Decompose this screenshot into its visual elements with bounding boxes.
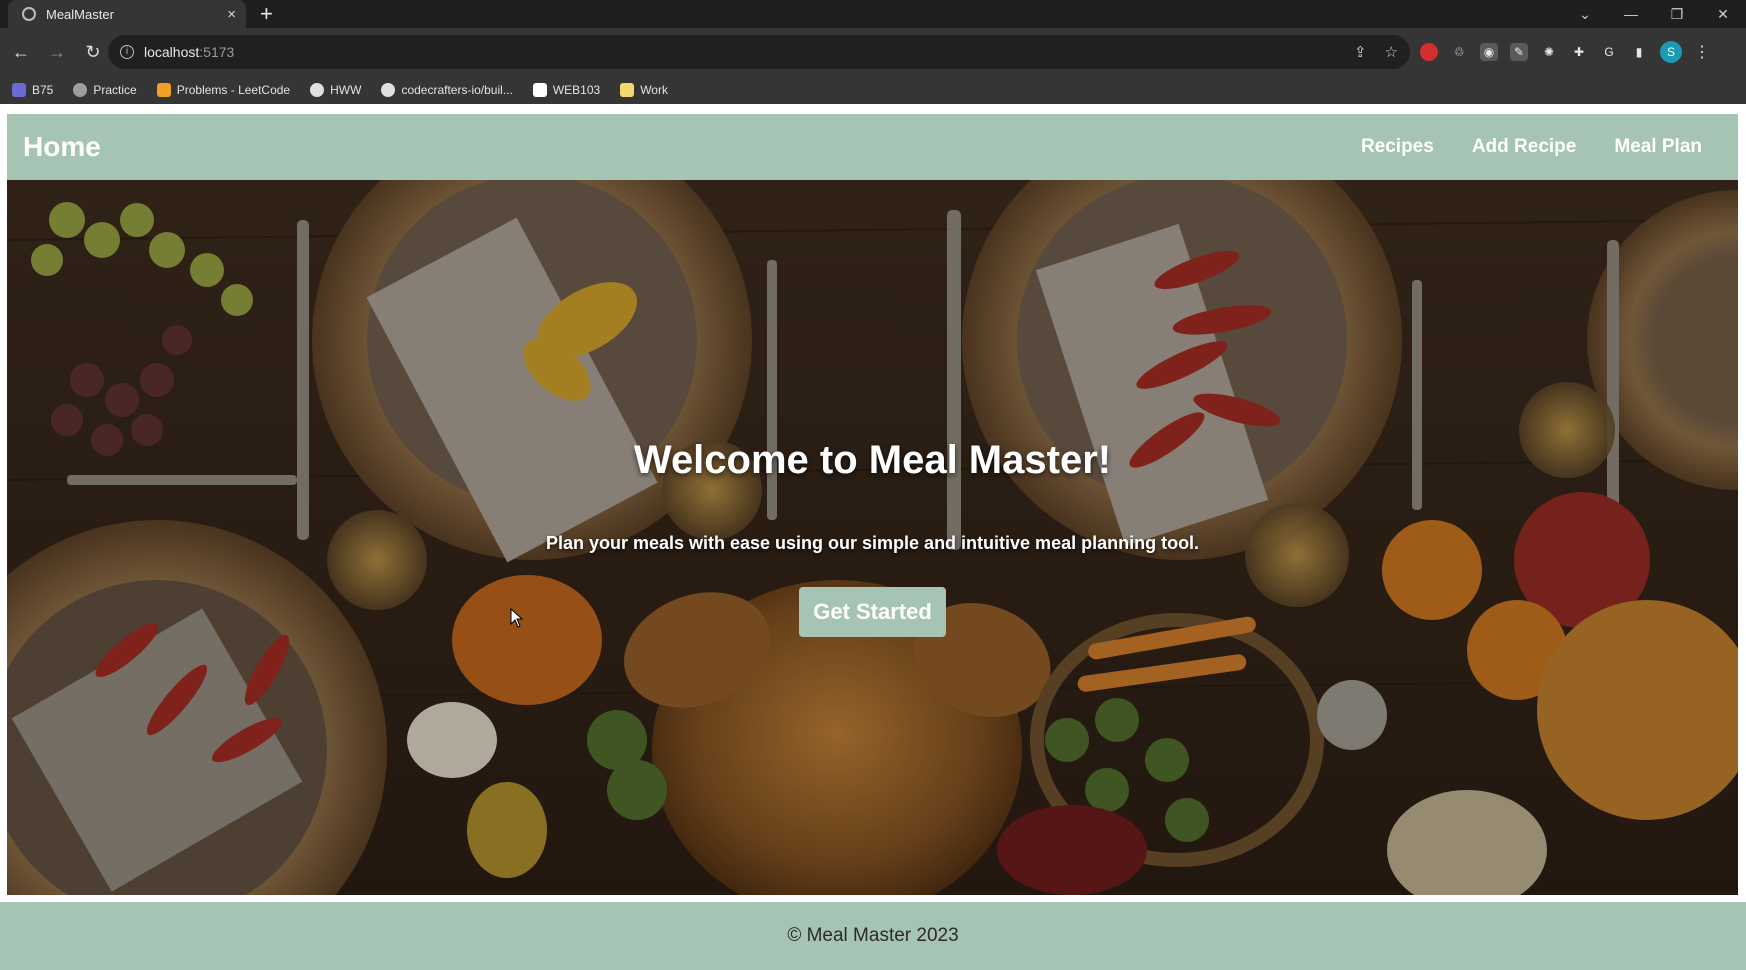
info-icon[interactable]: i: [120, 45, 134, 59]
new-tab-button[interactable]: +: [260, 2, 273, 26]
github-icon: [310, 83, 325, 97]
page-viewport: Home Recipes Add Recipe Meal Plan Welcom…: [0, 104, 1746, 970]
hero-section: Welcome to Meal Master! Plan your meals …: [7, 180, 1738, 895]
github-icon: [381, 83, 396, 97]
nav-link-add-recipe[interactable]: Add Recipe: [1472, 136, 1577, 158]
bookmark-label: codecrafters-io/buil...: [401, 83, 513, 97]
forward-icon[interactable]: →: [42, 42, 72, 63]
get-started-button[interactable]: Get Started: [799, 587, 946, 637]
nav-link-meal-plan[interactable]: Meal Plan: [1614, 136, 1702, 158]
window-controls: ⌄ — ❐ ✕: [1562, 0, 1746, 28]
globe-icon: [22, 7, 36, 21]
bookmark-item[interactable]: HWW: [310, 83, 361, 97]
site-navbar: Home Recipes Add Recipe Meal Plan: [7, 114, 1738, 180]
url-host: localhost: [144, 44, 200, 60]
minimize-button[interactable]: —: [1608, 6, 1654, 22]
browser-tab[interactable]: MealMaster ×: [8, 0, 246, 28]
hero-title: Welcome to Meal Master!: [633, 438, 1112, 482]
address-bar[interactable]: i localhost :5173 ⇪ ☆: [108, 35, 1410, 69]
menu-icon[interactable]: ⋮: [1694, 42, 1710, 62]
bookmark-label: Work: [640, 83, 668, 97]
code-icon: [12, 83, 26, 97]
mouse-cursor-icon: [510, 608, 524, 628]
bookmark-label: HWW: [330, 83, 362, 97]
hero-content: Welcome to Meal Master! Plan your meals …: [7, 180, 1738, 895]
bookmark-label: Problems - LeetCode: [176, 83, 291, 97]
extension-face-icon[interactable]: ◉: [1480, 43, 1498, 61]
folder-icon: [620, 83, 635, 97]
extension-recycle-icon[interactable]: ♲: [1450, 43, 1468, 61]
profile-avatar[interactable]: S: [1660, 41, 1682, 63]
nav-link-recipes[interactable]: Recipes: [1361, 136, 1434, 158]
site-footer: © Meal Master 2023: [0, 902, 1746, 970]
extension-pen-icon[interactable]: ✎: [1510, 43, 1528, 61]
bookmark-item[interactable]: B75: [12, 83, 53, 97]
bookmark-label: Practice: [93, 83, 137, 97]
maximize-button[interactable]: ❐: [1654, 6, 1700, 23]
google-icon[interactable]: G: [1600, 43, 1618, 61]
extension-gear-icon[interactable]: ✺: [1540, 43, 1558, 61]
browser-tab-strip: MealMaster × + ⌄ — ❐ ✕: [0, 0, 1746, 28]
leetcode-icon: [156, 83, 171, 97]
back-icon[interactable]: ←: [6, 42, 36, 63]
close-window-button[interactable]: ✕: [1700, 6, 1746, 23]
footer-copyright: © Meal Master 2023: [787, 925, 959, 946]
bookmark-label: B75: [32, 83, 54, 97]
browser-toolbar: ← → ↻ i localhost :5173 ⇪ ☆ ♲ ◉ ✎ ✺ ✚ G …: [0, 28, 1746, 76]
extension-red-icon[interactable]: [1420, 43, 1438, 61]
reload-icon[interactable]: ↻: [78, 42, 108, 63]
bookmark-item[interactable]: Work: [620, 83, 668, 97]
nav-links: Recipes Add Recipe Meal Plan: [1361, 136, 1722, 158]
tab-search-icon[interactable]: ⌄: [1562, 6, 1608, 23]
bookmark-item[interactable]: Practice: [73, 83, 137, 97]
hero-subtitle: Plan your meals with ease using our simp…: [545, 533, 1200, 553]
home-link[interactable]: Home: [23, 131, 101, 163]
bookmark-item[interactable]: WEB103: [532, 83, 601, 97]
bookmarks-bar: B75 Practice Problems - LeetCode HWW cod…: [0, 76, 1746, 104]
puzzle-icon[interactable]: ✚: [1570, 43, 1588, 61]
side-panel-icon[interactable]: ▮: [1630, 43, 1648, 61]
close-icon[interactable]: ×: [227, 7, 236, 22]
codepath-icon: [532, 83, 547, 97]
flame-icon: [73, 83, 88, 97]
url-port: :5173: [199, 44, 235, 60]
bookmark-item[interactable]: codecrafters-io/buil...: [381, 83, 513, 97]
bookmark-star-icon[interactable]: ☆: [1385, 43, 1398, 61]
extensions-area: ♲ ◉ ✎ ✺ ✚ G ▮ S ⋮: [1420, 28, 1710, 76]
share-icon[interactable]: ⇪: [1354, 43, 1367, 61]
bookmark-item[interactable]: Problems - LeetCode: [156, 83, 291, 97]
bookmark-label: WEB103: [552, 83, 601, 97]
tab-title: MealMaster: [46, 6, 114, 22]
